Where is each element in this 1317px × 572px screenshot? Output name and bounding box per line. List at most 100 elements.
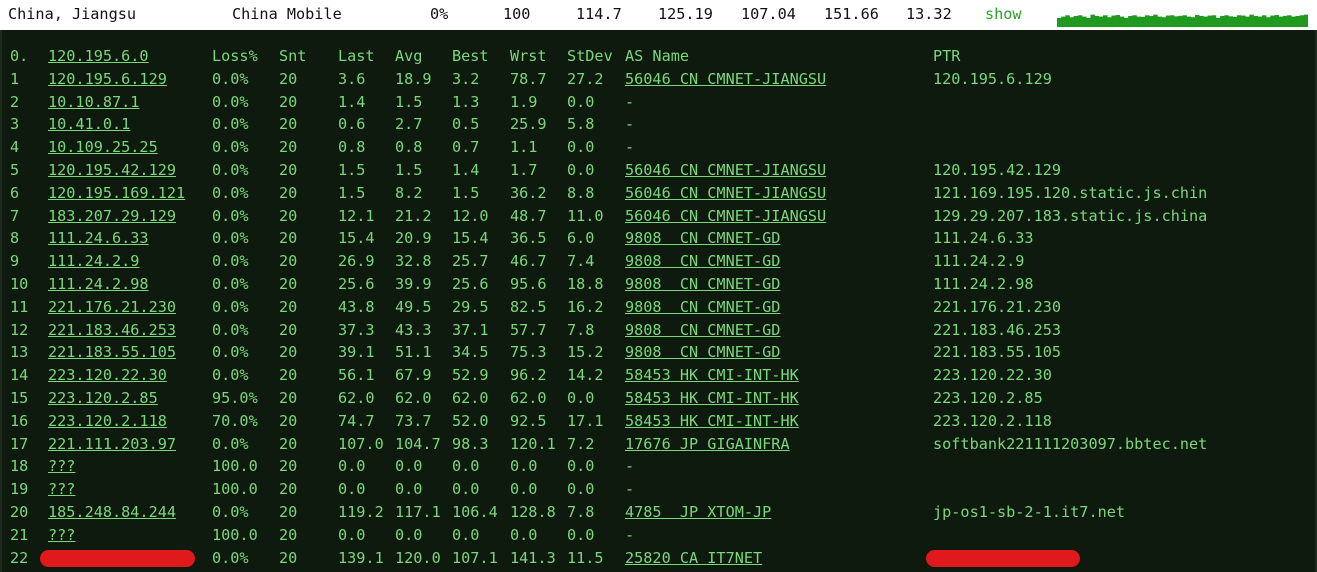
hop-as-name: - (625, 457, 635, 476)
col-header-snt: Snt (279, 47, 307, 65)
hop-host-link[interactable]: 120.195.42.129 (48, 160, 176, 180)
hop-worst: 96.2 (510, 366, 547, 385)
hop-as-link[interactable]: 56046 CN CMNET-JIANGSU (625, 206, 826, 226)
hop-worst: 95.6 (510, 275, 547, 293)
hop-host-link[interactable]: 111.24.6.33 (48, 228, 149, 248)
sparkline-bar (1270, 15, 1275, 27)
hop-as-link[interactable]: 17676 JP GIGAINFRA (625, 434, 790, 454)
redaction-bar (926, 549, 1080, 567)
col-header-ptr: PTR (933, 47, 961, 65)
hop-host-link[interactable]: 223.120.22.30 (48, 365, 167, 385)
hop-host-link[interactable]: 183.207.29.129 (48, 206, 176, 226)
hop-as-link[interactable]: 9808 CN CMNET-GD (625, 274, 780, 294)
hop-host-link[interactable]: 223.120.2.85 (48, 388, 158, 408)
hop-host-link[interactable]: ??? (48, 479, 75, 499)
hop-number: 3 (10, 115, 20, 134)
target-host[interactable]: 120.195.6.0 (48, 46, 149, 66)
hop-best: 37.1 (452, 320, 489, 339)
hop-as-link[interactable]: 9808 CN CMNET-GD (625, 342, 780, 362)
hop-avg: 43.3 (395, 320, 432, 339)
hop-host-link[interactable]: 221.183.46.253 (48, 320, 176, 340)
hop-host-link[interactable]: 111.24.2.98 (48, 274, 149, 294)
hop-as-link[interactable]: 9808 CN CMNET-GD (625, 320, 780, 340)
summary-best: 107.04 (741, 5, 796, 23)
hop-host-link[interactable]: ??? (48, 525, 75, 545)
hop-stdev: 7.8 (567, 320, 595, 339)
hop-number: 6 (10, 183, 20, 202)
sparkline-bar (1257, 16, 1263, 27)
hop-as-link[interactable]: 9808 CN CMNET-GD (625, 251, 780, 271)
sparkline-bar (1203, 16, 1208, 27)
hop-as-link[interactable]: 58453 HK CMI-INT-HK (625, 388, 799, 408)
hop-sent: 20 (279, 183, 298, 202)
hop-number: 22 (10, 548, 29, 567)
hop-as-name: - (625, 115, 635, 134)
hop-host-link[interactable]: 120.195.6.129 (48, 69, 167, 89)
hop-loss: 0.0% (212, 69, 249, 88)
hop-host-link[interactable]: 223.120.2.118 (48, 411, 167, 431)
hop-as-link[interactable]: 58453 HK CMI-INT-HK (625, 365, 799, 385)
sparkline-bar (1090, 14, 1095, 27)
hop-ptr: 223.120.22.30 (933, 366, 1052, 385)
sparkline-bar (1211, 15, 1217, 27)
sparkline-bar (1082, 16, 1087, 27)
hop-host-link[interactable]: 185.248.84.244 (48, 502, 176, 522)
hop-as-link[interactable]: 56046 CN CMNET-JIANGSU (625, 183, 826, 203)
hop-avg: 73.7 (395, 411, 432, 430)
location-label: China, Jiangsu (8, 5, 137, 23)
hop-loss: 0.0% (212, 92, 249, 111)
hop-avg: 2.7 (395, 115, 423, 134)
hop-host-link[interactable]: 221.111.203.97 (48, 434, 176, 454)
hop-last: 119.2 (338, 503, 384, 521)
sparkline-bar (1057, 17, 1062, 27)
summary-last: 114.7 (576, 5, 622, 23)
hop-ptr: softbank221111203097.bbtec.net (933, 434, 1208, 453)
hop-last: 43.8 (338, 297, 375, 316)
hop-host-link[interactable]: 111.24.2.9 (48, 251, 139, 271)
hop-host-link[interactable]: 120.195.169.121 (48, 183, 185, 203)
hop-as-link[interactable]: 9808 CN CMNET-GD (625, 297, 780, 317)
hop-host-link[interactable]: 10.41.0.1 (48, 114, 130, 134)
hop-worst: 128.8 (510, 503, 556, 521)
mtr-table: 0. 120.195.6.0 Loss% Snt Last Avg Best Wrst StDe… (0, 30, 1317, 572)
hop-worst: 62.0 (510, 389, 547, 407)
hop-as-link[interactable]: 58453 HK CMI-INT-HK (625, 411, 799, 431)
hop-stdev: 0.0 (567, 389, 595, 407)
sparkline-bar (1303, 14, 1308, 27)
hop-ptr: 120.195.6.129 (933, 69, 1052, 88)
hop-sent: 20 (279, 525, 298, 544)
hop-avg: 104.7 (395, 434, 441, 453)
hop-host-link[interactable]: 221.183.55.105 (48, 342, 176, 362)
hop-ptr: 111.24.6.33 (933, 229, 1034, 248)
show-link[interactable]: show (985, 5, 1022, 23)
hop-ptr: 111.24.2.9 (933, 252, 1025, 271)
hop-as-link[interactable]: 56046 CN CMNET-JIANGSU (625, 69, 826, 89)
sparkline-bar (1115, 15, 1121, 27)
hop-avg: 120.0 (395, 548, 441, 567)
hop-host-link[interactable]: 10.109.25.25 (48, 137, 158, 157)
sparkline-bar (1123, 17, 1129, 27)
hop-best: 1.4 (452, 161, 480, 179)
hop-as-name: - (625, 92, 635, 111)
hop-as-link[interactable]: 56046 CN CMNET-JIANGSU (625, 160, 826, 180)
hop-stdev: 7.2 (567, 434, 595, 453)
hop-avg: 1.5 (395, 92, 423, 111)
hop-ptr: 121.169.195.120.static.js.chin (933, 183, 1208, 202)
hop-as-link[interactable]: 4785 JP XTOM-JP (625, 502, 771, 522)
hop-avg: 49.5 (395, 297, 432, 316)
sparkline-bar (1190, 17, 1196, 27)
hop-stdev: 27.2 (567, 69, 604, 88)
sparkline-bar (1157, 16, 1162, 27)
sparkline-bar (1144, 15, 1150, 27)
hop-number: 19 (10, 480, 29, 499)
hop-ptr: 221.183.46.253 (933, 320, 1062, 339)
sparkline-bar (1140, 16, 1146, 27)
hop-host-link[interactable]: 10.10.87.1 (48, 92, 139, 112)
hop-host-link[interactable]: 221.176.21.230 (48, 297, 176, 317)
hop-host-link[interactable]: ??? (48, 456, 75, 476)
hop-as-link[interactable]: 25820 CA IT7NET (625, 548, 762, 568)
hop-last: 56.1 (338, 366, 375, 385)
col-header-best: Best (452, 47, 489, 65)
hop-as-link[interactable]: 9808 CN CMNET-GD (625, 228, 780, 248)
hop-last: 62.0 (338, 389, 375, 407)
